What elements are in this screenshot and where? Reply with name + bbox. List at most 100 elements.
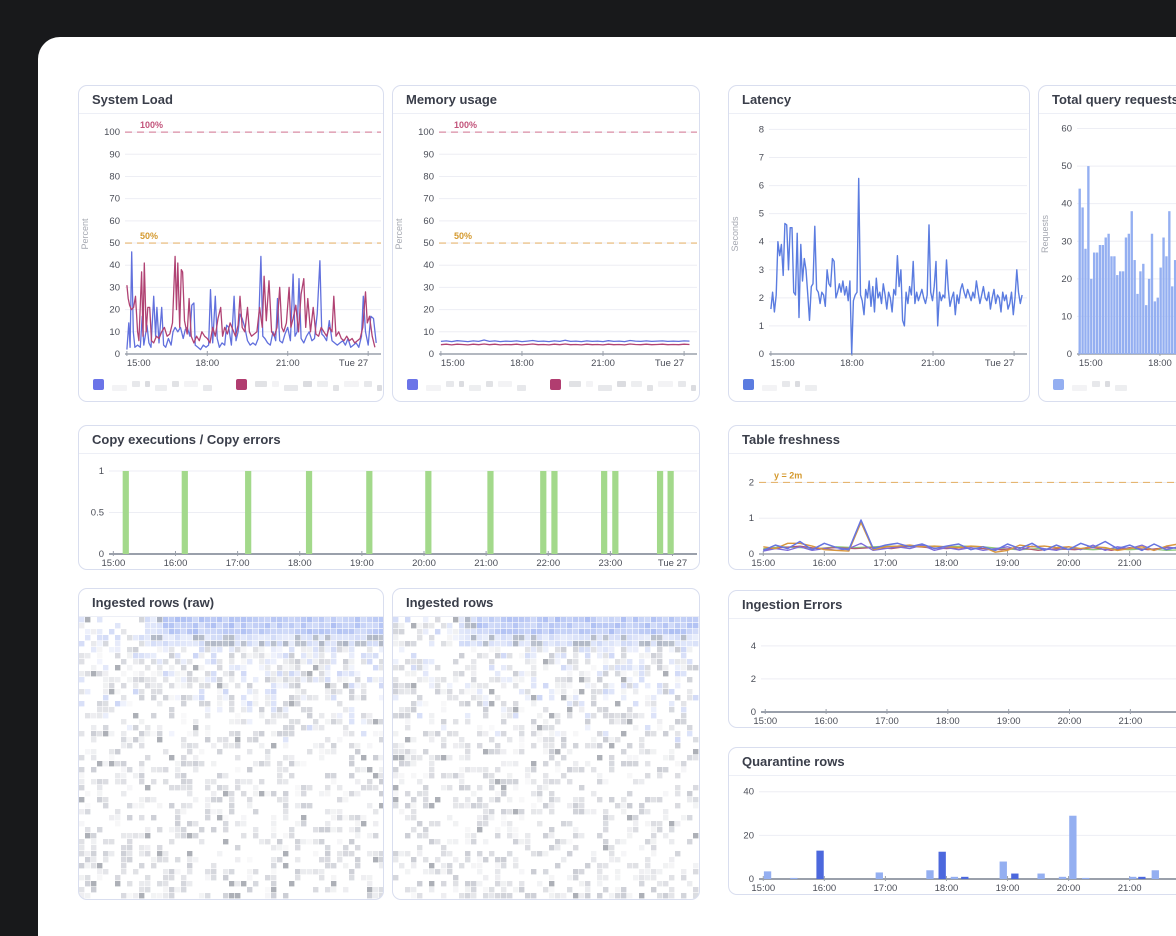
svg-text:80: 80 xyxy=(109,171,120,182)
redacted-legend-text xyxy=(805,385,817,391)
svg-text:Percent: Percent xyxy=(394,218,404,250)
svg-text:21:00: 21:00 xyxy=(1118,883,1142,894)
svg-text:4: 4 xyxy=(759,237,764,248)
redacted-legend-text xyxy=(132,381,140,387)
svg-text:3: 3 xyxy=(759,265,764,276)
total-query-requests-chart[interactable]: 010203040506015:0018:0021:00Tue 27Reques… xyxy=(1039,114,1176,370)
redacted-legend-text xyxy=(658,381,673,387)
svg-text:23:00: 23:00 xyxy=(598,558,622,569)
svg-text:2: 2 xyxy=(749,477,754,488)
svg-text:22:00: 22:00 xyxy=(536,558,560,569)
redacted-legend-text xyxy=(569,381,581,387)
svg-text:18:00: 18:00 xyxy=(840,358,864,369)
svg-text:20:00: 20:00 xyxy=(412,558,436,569)
svg-text:90: 90 xyxy=(423,149,434,160)
svg-text:16:00: 16:00 xyxy=(812,883,836,894)
quarantine-rows-chart[interactable]: 0204015:0016:0017:0018:0019:0020:0021:00… xyxy=(729,776,1176,895)
svg-text:5: 5 xyxy=(759,209,764,220)
memory-usage-legend[interactable] xyxy=(393,370,699,398)
svg-text:90: 90 xyxy=(109,149,120,160)
svg-text:70: 70 xyxy=(423,194,434,205)
redacted-legend-text xyxy=(333,385,339,391)
latency-chart[interactable]: 01234567815:0018:0021:00Tue 27Seconds xyxy=(729,114,1029,370)
svg-text:20: 20 xyxy=(109,305,120,316)
svg-text:20: 20 xyxy=(423,305,434,316)
svg-text:100%: 100% xyxy=(140,120,163,130)
total-query-requests-legend[interactable] xyxy=(1039,370,1176,398)
redacted-legend-text xyxy=(1115,385,1127,391)
svg-text:40: 40 xyxy=(743,787,754,798)
svg-text:20:00: 20:00 xyxy=(1057,558,1081,569)
redacted-legend-text xyxy=(203,385,212,391)
redacted-legend-text xyxy=(184,381,198,387)
system-load-chart[interactable]: 0102030405060708090100100%50%15:0018:002… xyxy=(79,114,383,370)
svg-text:2: 2 xyxy=(751,674,756,685)
dashboard-canvas: System Load 0102030405060708090100100%50… xyxy=(38,37,1176,936)
redacted-legend-text xyxy=(145,381,150,387)
svg-text:Percent: Percent xyxy=(80,218,90,250)
redacted-legend-text xyxy=(1072,385,1087,391)
panel-title-table-freshness: Table freshness xyxy=(729,426,1176,454)
legend-swatch[interactable] xyxy=(1053,379,1064,390)
svg-text:Tue 27: Tue 27 xyxy=(655,358,684,369)
redacted-legend-text xyxy=(678,381,686,387)
desktop-background: { "window": { "background": "#18191b", "… xyxy=(0,0,1176,936)
redacted-legend-text xyxy=(317,381,328,387)
panel-system-load: System Load 0102030405060708090100100%50… xyxy=(78,85,384,402)
svg-text:60: 60 xyxy=(109,216,120,227)
panel-memory-usage: Memory usage 0102030405060708090100100%5… xyxy=(392,85,700,402)
svg-text:15:00: 15:00 xyxy=(751,558,775,569)
redacted-legend-text xyxy=(1092,381,1100,387)
svg-text:16:00: 16:00 xyxy=(812,558,836,569)
svg-text:30: 30 xyxy=(1061,236,1072,247)
svg-text:40: 40 xyxy=(1061,199,1072,210)
system-load-legend[interactable] xyxy=(79,370,383,398)
ingested-rows-redacted-chart[interactable] xyxy=(393,617,699,900)
legend-swatch[interactable] xyxy=(236,379,247,390)
redacted-legend-text xyxy=(498,381,512,387)
redacted-legend-text xyxy=(586,381,593,387)
svg-text:Seconds: Seconds xyxy=(730,216,740,252)
svg-text:18:00: 18:00 xyxy=(935,883,959,894)
svg-text:50: 50 xyxy=(423,238,434,249)
legend-swatch[interactable] xyxy=(93,379,104,390)
panel-title-ingested-rows-raw: Ingested rows (raw) xyxy=(79,589,383,617)
svg-text:21:00: 21:00 xyxy=(1118,558,1142,569)
svg-text:1: 1 xyxy=(759,321,764,332)
legend-swatch[interactable] xyxy=(743,379,754,390)
panel-title-total-query-requests: Total query requests xyxy=(1039,86,1176,114)
redacted-legend-text xyxy=(377,385,382,391)
svg-text:6: 6 xyxy=(759,181,764,192)
redacted-legend-text xyxy=(172,381,179,387)
copy-executions-chart[interactable]: 00.5115:0016:0017:0018:0019:0020:0021:00… xyxy=(79,454,699,570)
ingestion-errors-chart[interactable]: 02415:0016:0017:0018:0019:0020:0021:0022… xyxy=(729,619,1176,728)
svg-text:19:00: 19:00 xyxy=(996,883,1020,894)
panel-title-ingested-rows: Ingested rows xyxy=(393,589,699,617)
svg-text:18:00: 18:00 xyxy=(935,558,959,569)
legend-swatch[interactable] xyxy=(550,379,561,390)
redacted-legend-text xyxy=(517,385,526,391)
panel-quarantine-rows: Quarantine rows 0204015:0016:0017:0018:0… xyxy=(728,747,1176,895)
ingested-rows-raw-redacted-chart[interactable] xyxy=(79,617,383,900)
svg-text:15:00: 15:00 xyxy=(753,716,777,727)
latency-legend[interactable] xyxy=(729,370,1029,398)
svg-text:21:00: 21:00 xyxy=(921,358,945,369)
svg-text:40: 40 xyxy=(423,260,434,271)
legend-swatch[interactable] xyxy=(407,379,418,390)
svg-text:19:00: 19:00 xyxy=(350,558,374,569)
table-freshness-chart[interactable]: 012y = 2m15:0016:0017:0018:0019:0020:002… xyxy=(729,454,1176,570)
redacted-legend-text xyxy=(469,385,481,391)
svg-text:20:00: 20:00 xyxy=(1058,716,1082,727)
svg-text:4: 4 xyxy=(751,641,756,652)
svg-text:30: 30 xyxy=(109,282,120,293)
svg-text:18:00: 18:00 xyxy=(936,716,960,727)
svg-text:15:00: 15:00 xyxy=(101,558,125,569)
svg-text:100%: 100% xyxy=(454,120,477,130)
svg-text:1: 1 xyxy=(749,513,754,524)
memory-usage-chart[interactable]: 0102030405060708090100100%50%15:0018:002… xyxy=(393,114,699,370)
svg-text:100: 100 xyxy=(104,127,120,138)
svg-text:30: 30 xyxy=(423,282,434,293)
svg-text:15:00: 15:00 xyxy=(441,358,465,369)
redacted-legend-text xyxy=(155,385,167,391)
redacted-legend-text xyxy=(446,381,454,387)
